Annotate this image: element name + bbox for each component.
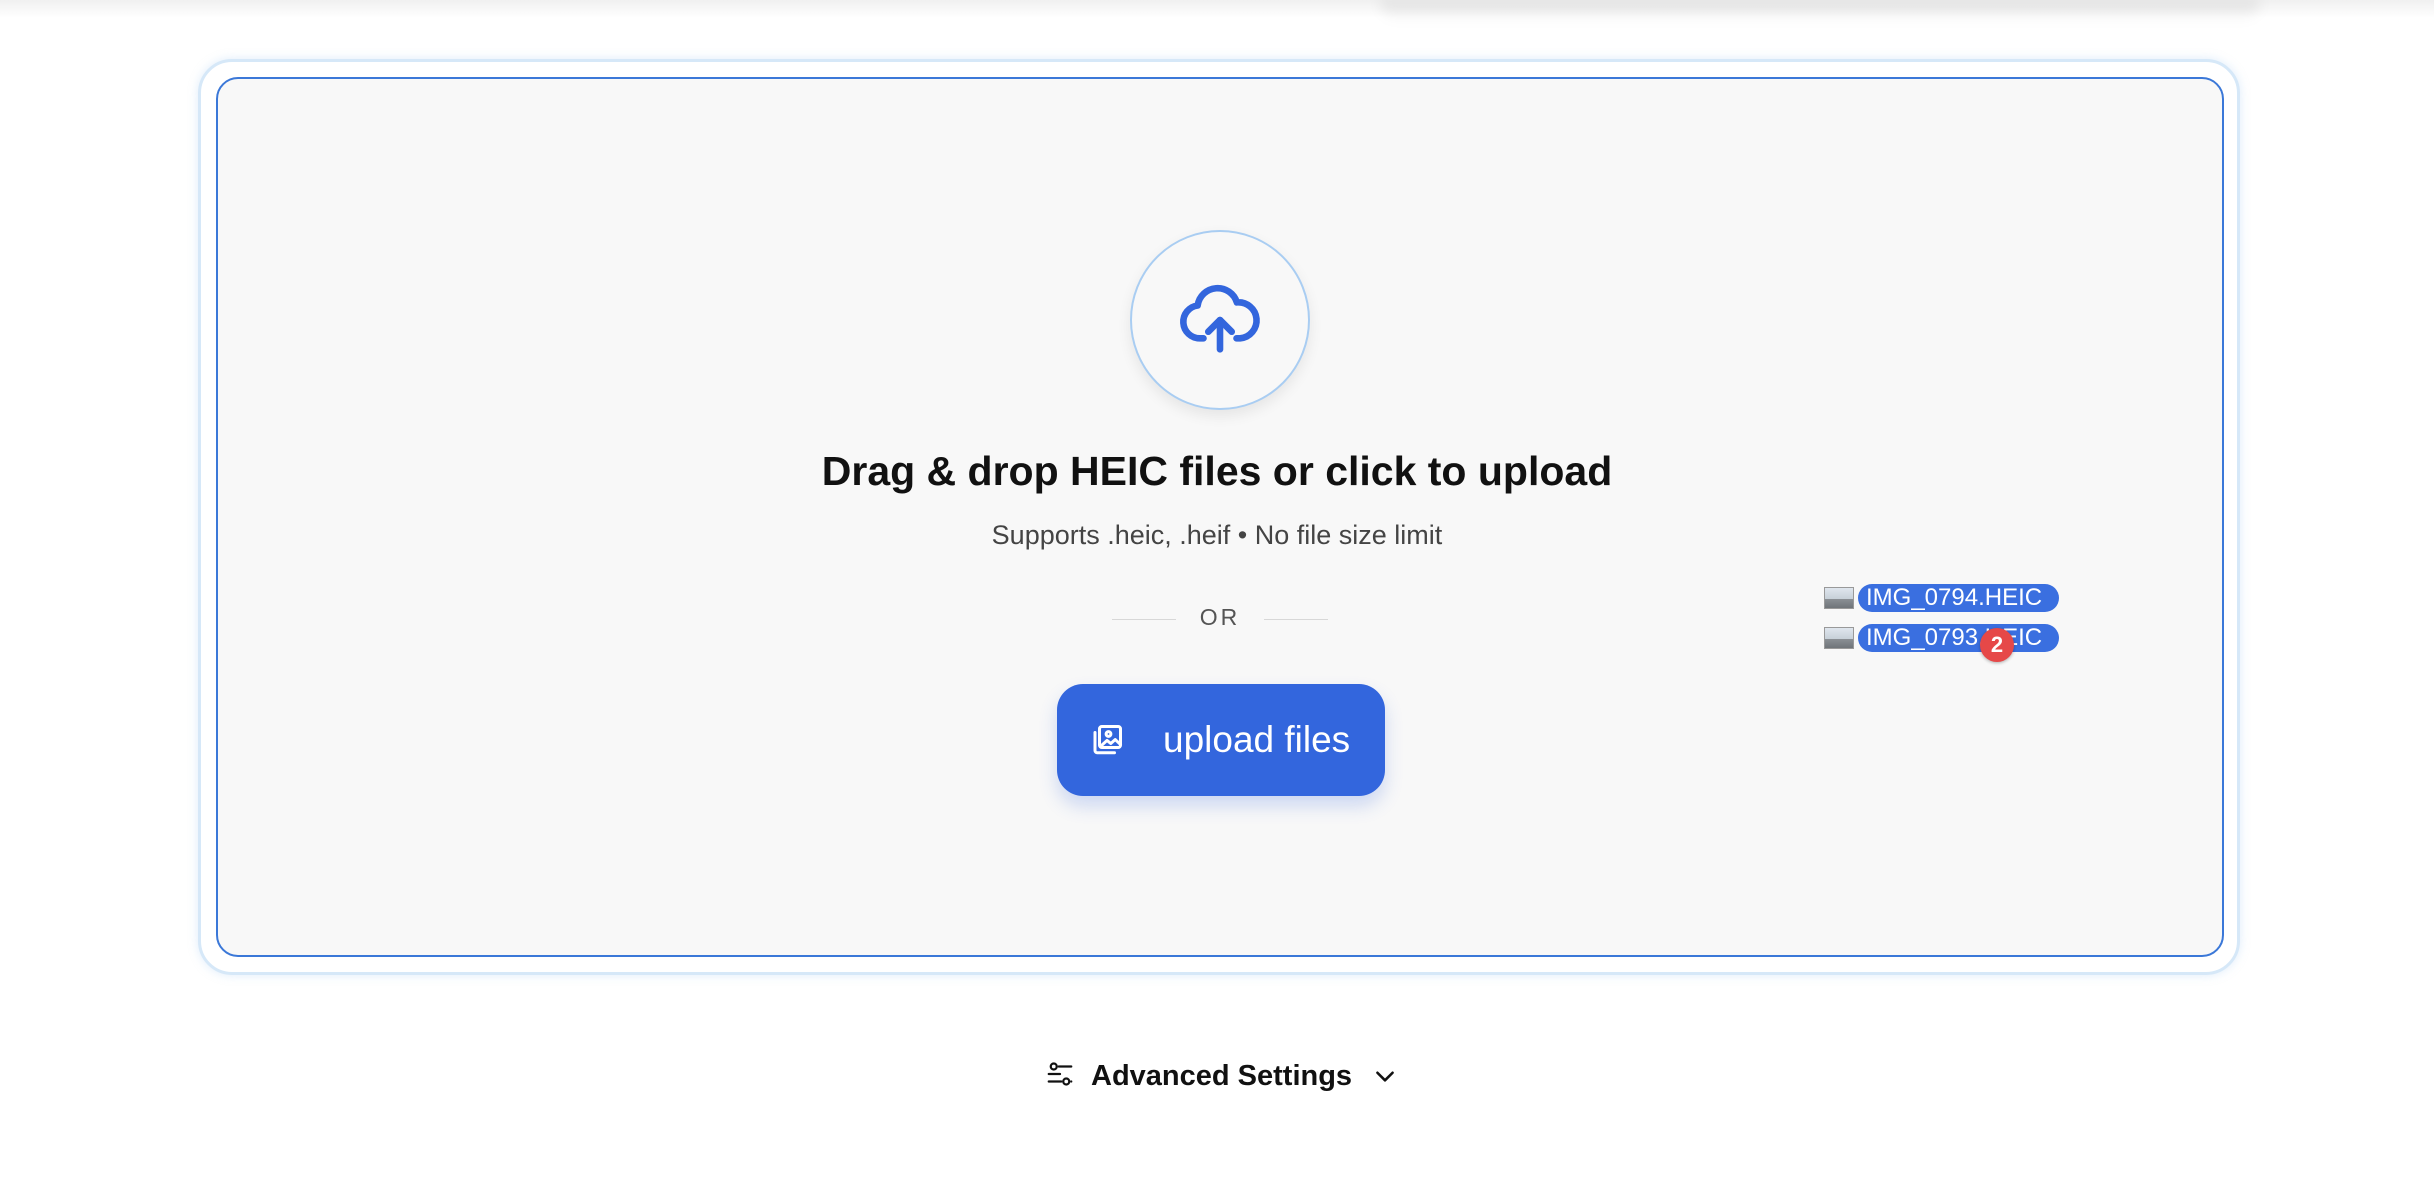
cloud-upload-icon bbox=[1180, 284, 1260, 353]
upload-files-label: upload files bbox=[1163, 719, 1351, 760]
drag-count-badge: 2 bbox=[1980, 628, 2014, 662]
drag-file-name: IMG_0793.HEIC bbox=[1858, 624, 2060, 652]
upload-files-button[interactable]: upload files bbox=[1057, 684, 1385, 796]
drag-file-name: IMG_0794.HEIC bbox=[1858, 584, 2060, 612]
advanced-settings-toggle[interactable]: Advanced Settings bbox=[1045, 1056, 1398, 1096]
divider-line-right bbox=[1264, 619, 1328, 620]
or-divider-text: OR bbox=[1199, 604, 1241, 630]
drag-file-item: IMG_0794.HEIC bbox=[1824, 584, 2060, 612]
image-gallery-icon bbox=[1089, 722, 1125, 758]
chevron-down-icon bbox=[1372, 1063, 1398, 1089]
advanced-settings-label: Advanced Settings bbox=[1091, 1059, 1353, 1092]
dropzone-title: Drag & drop HEIC files or click to uploa… bbox=[821, 448, 1613, 494]
header-shadow-accent bbox=[1380, 0, 2260, 22]
image-thumbnail-icon bbox=[1824, 627, 1854, 649]
or-divider: OR bbox=[1112, 604, 1328, 634]
drag-preview: IMG_0794.HEIC IMG_0793.HEIC bbox=[1824, 584, 2068, 658]
image-thumbnail-icon bbox=[1824, 587, 1854, 609]
sliders-icon bbox=[1045, 1059, 1075, 1094]
dropzone-subtitle: Supports .heic, .heif • No file size lim… bbox=[991, 520, 1443, 550]
page: Drag & drop HEIC files or click to uploa… bbox=[0, 0, 2434, 1188]
drag-file-item: IMG_0793.HEIC bbox=[1824, 624, 2060, 652]
file-dropzone[interactable] bbox=[216, 77, 2224, 957]
upload-icon-circle bbox=[1130, 230, 1310, 410]
